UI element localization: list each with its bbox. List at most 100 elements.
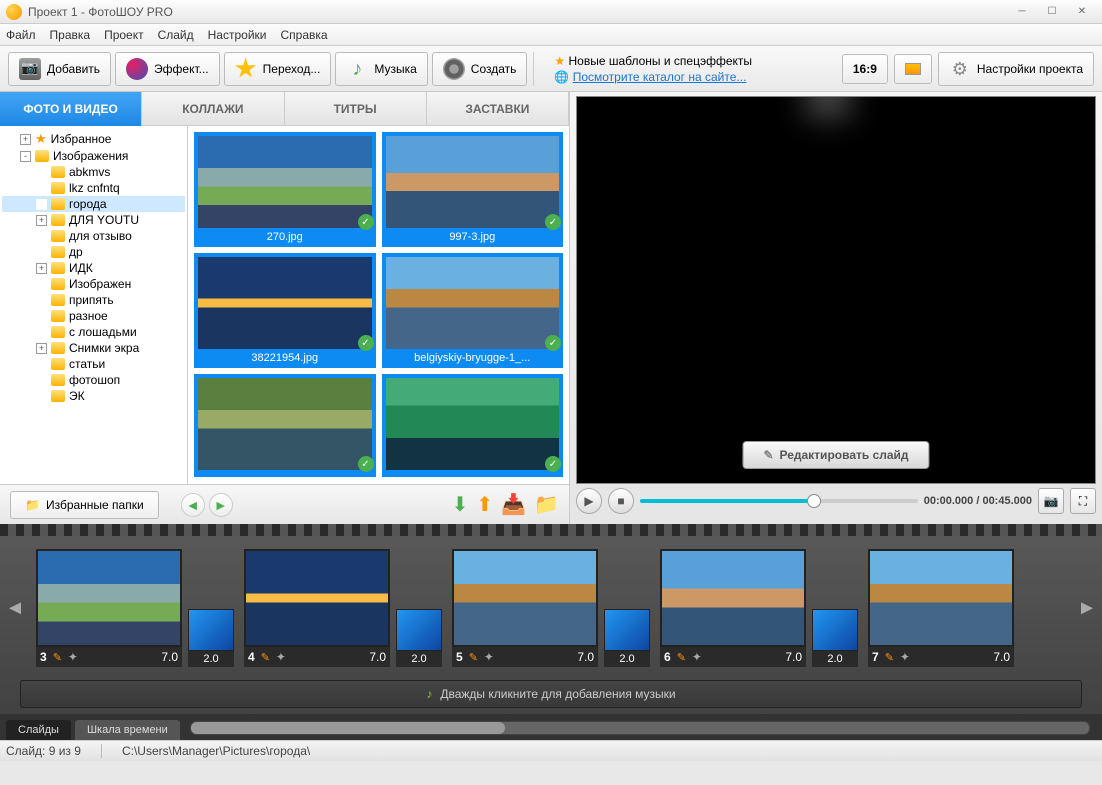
timeline-nav-left[interactable]: ◄ — [4, 558, 26, 658]
edit-icon[interactable]: ✎ — [885, 651, 894, 664]
timeline-scroll-thumb[interactable] — [191, 722, 505, 734]
music-track[interactable]: ♪ Дважды кликните для добавления музыки — [20, 680, 1082, 708]
tab-slides[interactable]: Слайды — [6, 720, 71, 740]
expand-icon[interactable] — [36, 231, 47, 242]
tree-item[interactable]: ЭК — [2, 388, 185, 404]
expand-icon[interactable] — [36, 311, 47, 322]
expand-icon[interactable] — [36, 359, 47, 370]
thumbnail-cell[interactable]: ✓270.jpg — [194, 132, 376, 247]
effects-button[interactable]: Эффект... — [115, 52, 220, 86]
thumbnail-cell[interactable]: ✓belgiyskiy-bryugge-1_... — [382, 253, 564, 368]
fx-icon[interactable]: ✦ — [276, 650, 286, 664]
tree-item[interactable]: разное — [2, 308, 185, 324]
menu-edit[interactable]: Правка — [50, 28, 91, 42]
edit-slide-button[interactable]: ✎Редактировать слайд — [742, 441, 929, 469]
timeline-slide[interactable]: 4✎✦7.0 — [244, 549, 390, 667]
tree-item[interactable]: +Снимки экра — [2, 340, 185, 356]
tree-item[interactable]: для отзыво — [2, 228, 185, 244]
tab-intros[interactable]: ЗАСТАВКИ — [427, 92, 569, 126]
expand-icon[interactable] — [36, 375, 47, 386]
edit-icon[interactable]: ✎ — [53, 651, 62, 664]
timeline-slide[interactable]: 3✎✦7.0 — [36, 549, 182, 667]
expand-icon[interactable] — [36, 199, 47, 210]
transition[interactable]: 2.0 — [812, 609, 858, 667]
seek-handle[interactable] — [807, 494, 821, 508]
expand-icon[interactable] — [36, 167, 47, 178]
tree-item[interactable]: -Изображения — [2, 148, 185, 164]
expand-icon[interactable] — [36, 295, 47, 306]
expand-icon[interactable]: - — [20, 151, 31, 162]
edit-icon[interactable]: ✎ — [261, 651, 270, 664]
seek-bar[interactable] — [640, 499, 918, 503]
transition[interactable]: 2.0 — [188, 609, 234, 667]
add-folder-icon[interactable]: 📥 — [501, 492, 526, 517]
folder-tree[interactable]: +★Избранное-Изображенияabkmvslkz cnfntqг… — [0, 126, 188, 484]
transition[interactable]: 2.0 — [604, 609, 650, 667]
thumbnail-cell[interactable]: ✓997-3.jpg — [382, 132, 564, 247]
tab-timeline[interactable]: Шкала времени — [75, 720, 180, 740]
transitions-button[interactable]: Переход... — [224, 52, 332, 86]
favorite-folders-button[interactable]: 📁Избранные папки — [10, 491, 159, 519]
expand-icon[interactable] — [36, 391, 47, 402]
fx-icon[interactable]: ✦ — [68, 650, 78, 664]
timeline-slide[interactable]: 5✎✦7.0 — [452, 549, 598, 667]
thumbnail-cell[interactable]: ✓ — [382, 374, 564, 477]
tree-item[interactable]: lkz cnfntq — [2, 180, 185, 196]
add-button[interactable]: Добавить — [8, 52, 111, 86]
fx-icon[interactable]: ✦ — [484, 650, 494, 664]
expand-icon[interactable]: + — [36, 215, 47, 226]
folder-icon[interactable]: 📁 — [534, 492, 559, 517]
remove-up-icon[interactable]: ⬆ — [476, 492, 493, 517]
aspect-ratio-button[interactable]: 16:9 — [842, 54, 888, 84]
music-button[interactable]: ♪Музыка — [335, 52, 427, 86]
snapshot-button[interactable]: 📷 — [1038, 488, 1064, 514]
edit-icon[interactable]: ✎ — [469, 651, 478, 664]
fullscreen-button[interactable]: ⛶ — [1070, 488, 1096, 514]
timeline-slide[interactable]: 7✎✦7.0 — [868, 549, 1014, 667]
catalog-link[interactable]: Посмотрите каталог на сайте... — [573, 70, 747, 84]
fx-icon[interactable]: ✦ — [692, 650, 702, 664]
maximize-button[interactable]: ☐ — [1038, 3, 1066, 21]
expand-icon[interactable] — [36, 279, 47, 290]
nav-back-button[interactable]: ◄ — [181, 493, 205, 517]
expand-icon[interactable]: + — [20, 134, 31, 145]
timeline-scrollbar[interactable] — [190, 721, 1090, 735]
tree-item[interactable]: abkmvs — [2, 164, 185, 180]
project-settings-button[interactable]: ⚙Настройки проекта — [938, 52, 1094, 86]
add-down-icon[interactable]: ⬇ — [452, 492, 469, 517]
expand-icon[interactable] — [36, 247, 47, 258]
edit-icon[interactable]: ✎ — [677, 651, 686, 664]
menu-settings[interactable]: Настройки — [208, 28, 267, 42]
tree-item[interactable]: статьи — [2, 356, 185, 372]
stop-button[interactable]: ■ — [608, 488, 634, 514]
expand-icon[interactable] — [36, 183, 47, 194]
tab-photo-video[interactable]: ФОТО И ВИДЕО — [0, 92, 142, 126]
close-button[interactable]: ✕ — [1068, 3, 1096, 21]
tree-item[interactable]: города — [2, 196, 185, 212]
tree-item[interactable]: с лошадьми — [2, 324, 185, 340]
tree-item[interactable]: фотошоп — [2, 372, 185, 388]
menu-help[interactable]: Справка — [280, 28, 327, 42]
tree-item[interactable]: +★Избранное — [2, 130, 185, 148]
tree-item[interactable]: др — [2, 244, 185, 260]
tree-item[interactable]: припять — [2, 292, 185, 308]
menu-project[interactable]: Проект — [104, 28, 144, 42]
tree-item[interactable]: +ДЛЯ YOUTU — [2, 212, 185, 228]
expand-icon[interactable] — [36, 327, 47, 338]
expand-icon[interactable]: + — [36, 343, 47, 354]
timeline-nav-right[interactable]: ► — [1076, 558, 1098, 658]
thumbnail-cell[interactable]: ✓38221954.jpg — [194, 253, 376, 368]
menu-file[interactable]: Файл — [6, 28, 36, 42]
tree-item[interactable]: +ИДК — [2, 260, 185, 276]
minimize-button[interactable]: ─ — [1008, 3, 1036, 21]
menu-slide[interactable]: Слайд — [158, 28, 194, 42]
expand-icon[interactable]: + — [36, 263, 47, 274]
transition[interactable]: 2.0 — [396, 609, 442, 667]
timeline-slide[interactable]: 6✎✦7.0 — [660, 549, 806, 667]
fx-icon[interactable]: ✦ — [900, 650, 910, 664]
play-button[interactable]: ▶ — [576, 488, 602, 514]
nav-forward-button[interactable]: ► — [209, 493, 233, 517]
thumbnail-cell[interactable]: ✓ — [194, 374, 376, 477]
create-button[interactable]: Создать — [432, 52, 528, 86]
display-mode-button[interactable] — [894, 54, 932, 84]
